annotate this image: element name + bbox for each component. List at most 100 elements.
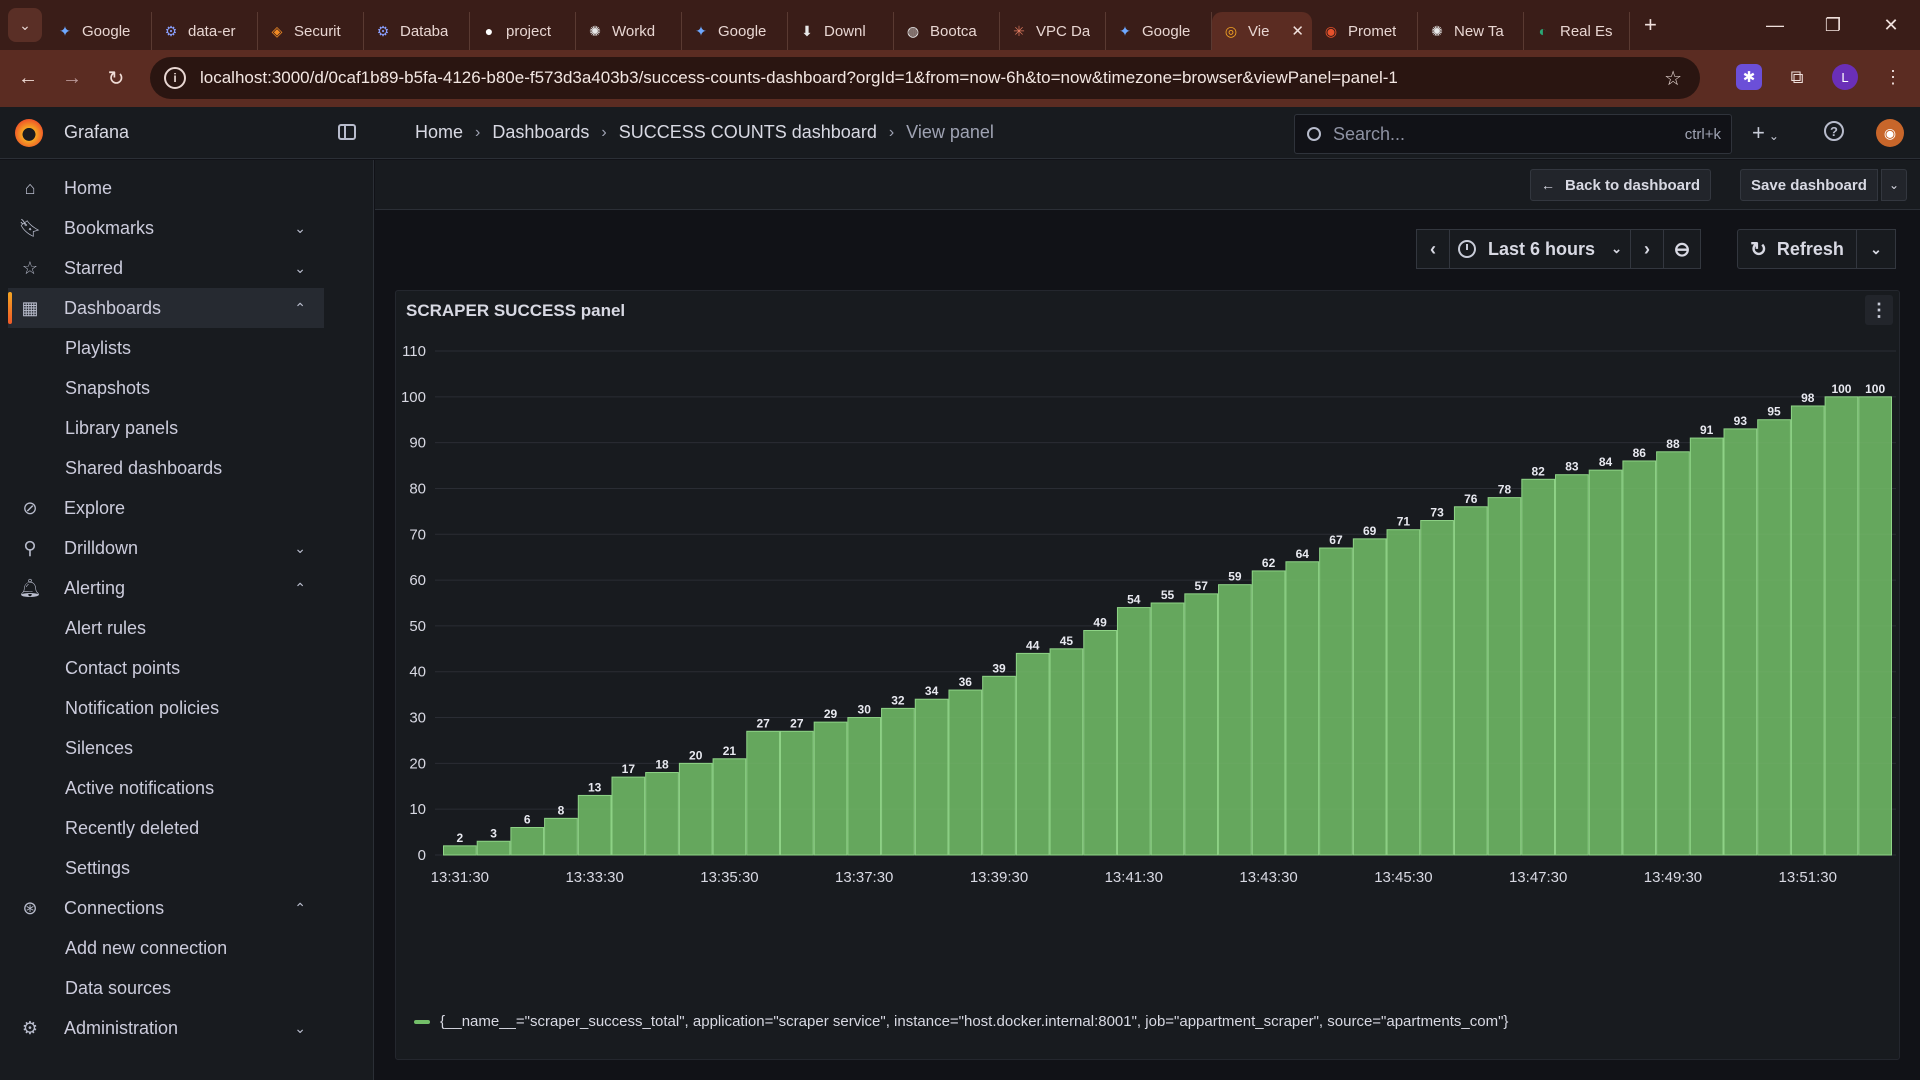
bar xyxy=(746,730,780,856)
browser-tab[interactable]: ✳ VPC Da xyxy=(1000,12,1106,50)
sidebar-item-dashboards[interactable]: ▦ Dashboards ⌃ xyxy=(8,288,324,328)
browser-tab[interactable]: ◎ Vie ✕ xyxy=(1212,12,1312,50)
sidebar-item-active-notifications[interactable]: Active notifications xyxy=(65,768,214,808)
reload-icon[interactable]: ↻ xyxy=(98,66,134,91)
dock-menu-icon[interactable] xyxy=(338,124,356,140)
help-icon[interactable]: ? xyxy=(1824,121,1844,141)
sidebar-item-home[interactable]: ⌂ Home xyxy=(8,168,324,208)
back-to-dashboard-button[interactable]: ← Back to dashboard xyxy=(1530,169,1712,201)
refresh-interval-chevron-icon[interactable]: ⌄ xyxy=(1856,229,1896,269)
chevron-down-icon[interactable]: ⌄ xyxy=(294,220,306,237)
sidebar-item-snapshots[interactable]: Snapshots xyxy=(65,368,150,408)
bar-value-label: 84 xyxy=(1599,455,1613,469)
sidebar-item-connections[interactable]: ⊛ Connections ⌃ xyxy=(8,888,324,928)
bar xyxy=(1790,405,1825,856)
chevron-down-icon[interactable]: ⌄ xyxy=(294,540,306,557)
browser-tab[interactable]: ✦ Google xyxy=(46,12,152,50)
chevron-up-icon[interactable]: ⌃ xyxy=(294,300,306,317)
security-icon: ◈ xyxy=(271,22,283,39)
address-bar[interactable]: i localhost:3000/d/0caf1b89-b5fa-4126-b8… xyxy=(150,57,1700,99)
new-menu-button[interactable]: + ⌄ xyxy=(1752,120,1779,146)
new-tab-button[interactable]: + xyxy=(1644,12,1657,38)
bar xyxy=(712,758,747,856)
save-options-chevron-icon[interactable]: ⌄ xyxy=(1881,169,1907,201)
sidebar-item-playlists[interactable]: Playlists xyxy=(65,328,131,368)
legend-swatch xyxy=(414,1019,430,1024)
chevron-down-icon[interactable]: ⌄ xyxy=(294,260,306,277)
bar-value-label: 95 xyxy=(1767,405,1781,419)
bookmark-star-icon[interactable]: ☆ xyxy=(1664,66,1682,91)
sidebar-item-bookmarks[interactable]: 🔖︎ Bookmarks ⌄ xyxy=(8,208,324,248)
browser-tab[interactable]: ◐ Real Es xyxy=(1524,12,1630,50)
time-range-picker[interactable]: Last 6 hours ⌄ xyxy=(1449,229,1631,269)
bar xyxy=(1757,419,1791,856)
browser-tab[interactable]: ◉ Promet xyxy=(1312,12,1418,50)
y-tick-label: 10 xyxy=(409,801,426,818)
close-window-icon[interactable]: ✕ xyxy=(1862,15,1920,36)
tab-search-button[interactable]: ⌄ xyxy=(8,8,42,42)
site-info-icon[interactable]: i xyxy=(164,67,186,89)
arrow-left-icon: ← xyxy=(1541,177,1555,193)
close-tab-icon[interactable]: ✕ xyxy=(1291,22,1304,40)
minimize-icon[interactable]: — xyxy=(1746,15,1804,36)
breadcrumb-home[interactable]: Home xyxy=(415,122,463,143)
maximize-icon[interactable]: ❐ xyxy=(1804,15,1862,36)
sidebar-item-add-new-connection[interactable]: Add new connection xyxy=(65,928,227,968)
browser-tab[interactable]: ◈ Securit xyxy=(258,12,364,50)
profile-avatar[interactable]: L xyxy=(1832,64,1858,90)
browser-tab[interactable]: ⚙ Databa xyxy=(364,12,470,50)
legend[interactable]: {__name__="scraper_success_total", appli… xyxy=(414,1013,1508,1030)
forward-arrow-icon[interactable]: → xyxy=(54,67,90,90)
bar xyxy=(678,762,713,856)
chevron-down-icon[interactable]: ⌄ xyxy=(294,1020,306,1037)
sidebar-item-shared-dashboards[interactable]: Shared dashboards xyxy=(65,448,222,488)
breadcrumb-dashboard[interactable]: SUCCESS COUNTS dashboard xyxy=(619,122,877,143)
breadcrumb-dashboards[interactable]: Dashboards xyxy=(492,122,589,143)
sidebar-item-settings[interactable]: Settings xyxy=(65,848,130,888)
chart-panel: SCRAPER SUCCESS panel ⋮ 2 3 6 8 13 17 18 20 21 27… xyxy=(395,290,1900,1060)
sidebar-item-contact-points[interactable]: Contact points xyxy=(65,648,180,688)
browser-tab[interactable]: ● project xyxy=(470,12,576,50)
bar-value-label: 49 xyxy=(1093,615,1107,629)
tab-label: project xyxy=(506,22,552,40)
sidebar-item-alerting[interactable]: 🔔︎ Alerting ⌃ xyxy=(8,568,324,608)
sidebar-item-alert-rules[interactable]: Alert rules xyxy=(65,608,146,648)
browser-tab[interactable]: ⚙ data-er xyxy=(152,12,258,50)
gemini-icon: ✦ xyxy=(1119,22,1131,39)
save-dashboard-button[interactable]: Save dashboard xyxy=(1740,169,1878,201)
kebab-menu-icon[interactable]: ⋮ xyxy=(1880,64,1906,90)
browser-tab[interactable]: ✺ New Ta xyxy=(1418,12,1524,50)
y-tick-label: 100 xyxy=(401,389,426,406)
puzzle-icon[interactable]: ⧉ xyxy=(1784,64,1810,90)
bar-value-label: 36 xyxy=(959,675,973,689)
grafana-topbar: Grafana Home › Dashboards › SUCCESS COUN… xyxy=(0,107,1920,159)
time-shift-back-button[interactable]: ‹ xyxy=(1416,229,1450,269)
chevron-up-icon[interactable]: ⌃ xyxy=(294,580,306,597)
search-input[interactable]: Search... ctrl+k xyxy=(1294,114,1732,154)
bar xyxy=(1218,584,1252,856)
zoom-out-icon[interactable]: ⊖ xyxy=(1663,229,1701,269)
chevron-up-icon[interactable]: ⌃ xyxy=(294,900,306,917)
sidebar-item-data-sources[interactable]: Data sources xyxy=(65,968,171,1008)
github-icon: ● xyxy=(484,23,494,39)
time-shift-forward-button[interactable]: › xyxy=(1630,229,1664,269)
grafana-logo-icon[interactable] xyxy=(15,119,43,147)
user-avatar[interactable]: ◉ xyxy=(1876,119,1904,147)
refresh-button[interactable]: ↻ Refresh xyxy=(1737,229,1857,269)
sidebar-item-recently-deleted[interactable]: Recently deleted xyxy=(65,808,199,848)
sidebar-item-silences[interactable]: Silences xyxy=(65,728,133,768)
sidebar-item-drilldown[interactable]: ⚲ Drilldown ⌄ xyxy=(8,528,324,568)
browser-tab[interactable]: ✦ Google xyxy=(682,12,788,50)
back-arrow-icon[interactable]: ← xyxy=(10,67,46,90)
browser-tab[interactable]: ✦ Google xyxy=(1106,12,1212,50)
sidebar-item-starred[interactable]: ☆ Starred ⌄ xyxy=(8,248,324,288)
sidebar-item-administration[interactable]: ⚙ Administration ⌄ xyxy=(8,1008,324,1048)
x-tick-label: 13:31:30 xyxy=(431,869,489,886)
sidebar-item-explore[interactable]: ⊘ Explore xyxy=(8,488,324,528)
sidebar-item-notification-policies[interactable]: Notification policies xyxy=(65,688,219,728)
extension-icon[interactable]: ✱ xyxy=(1736,64,1762,90)
browser-tab[interactable]: ⬇ Downl xyxy=(788,12,894,50)
sidebar-item-library-panels[interactable]: Library panels xyxy=(65,408,178,448)
browser-tab[interactable]: ◍ Bootca xyxy=(894,12,1000,50)
browser-tab[interactable]: ✺ Workd xyxy=(576,12,682,50)
